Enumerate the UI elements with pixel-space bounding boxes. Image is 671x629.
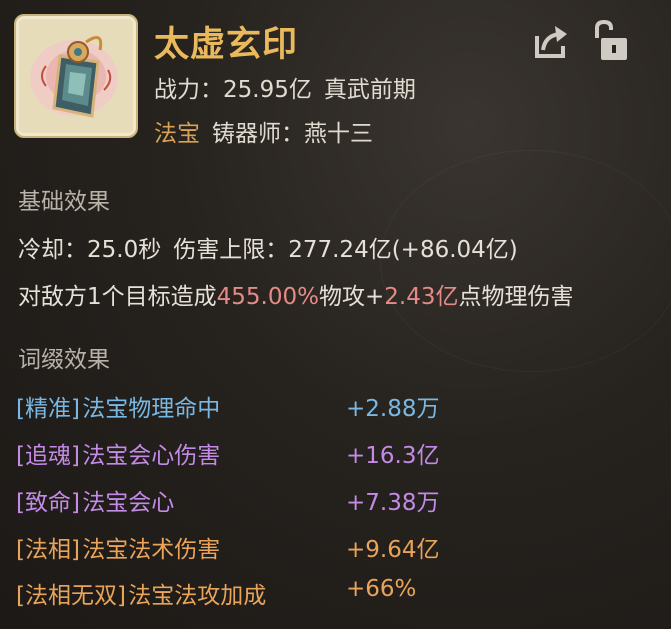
lock-button[interactable] xyxy=(591,19,631,62)
affix-name: 法宝法攻加成 xyxy=(128,583,267,609)
item-header: 太虚玄印 战力：25.95亿 真武前期 法宝 铸器师：燕十三 xyxy=(14,14,657,147)
cooldown-value: 25.0秒 xyxy=(87,237,162,263)
affix-value: +16.3亿 xyxy=(346,443,440,469)
power-label: 战力： xyxy=(154,77,223,103)
item-title: 太虚玄印 xyxy=(154,25,299,65)
affix-name: 法宝物理命中 xyxy=(82,396,221,422)
power-value: 25.95亿 xyxy=(223,77,312,103)
affix-tag: [法相无双] xyxy=(16,583,126,609)
seal-treasure-icon xyxy=(14,14,138,138)
base-effect-title: 基础效果 xyxy=(18,189,110,215)
desc-percent: 455.00% xyxy=(216,284,319,310)
affix-value: +66% xyxy=(346,576,417,602)
affix-effect-title: 词缀效果 xyxy=(18,347,110,373)
damage-cap-label: 伤害上限： xyxy=(173,237,289,263)
affix-tag: [致命] xyxy=(16,490,80,516)
affix-row: [致命] 法宝会心 +7.38万 xyxy=(16,483,439,517)
cooldown-label: 冷却： xyxy=(18,237,87,263)
affix-name: 法宝会心 xyxy=(82,490,175,516)
affix-tag: [精准] xyxy=(16,396,80,422)
damage-cap-value: 277.24亿(+86.04亿) xyxy=(288,237,518,263)
affix-row: [法相] 法宝法术伤害 +9.64亿 xyxy=(16,530,439,564)
affix-name: 法宝会心伤害 xyxy=(82,443,221,469)
cooldown-row: 冷却：25.0秒 伤害上限：277.24亿(+86.04亿) xyxy=(18,230,518,264)
affix-row: [追魂] 法宝会心伤害 +16.3亿 xyxy=(16,436,439,470)
desc-prefix: 对敌方1个目标造成 xyxy=(18,284,217,310)
skill-description: 对敌方1个目标造成455.00%物攻+2.43亿点物理伤害 xyxy=(18,277,573,311)
affix-tag: [追魂] xyxy=(16,443,80,469)
affix-row: [法相无双] 法宝法攻加成 +66% xyxy=(16,576,416,610)
category-line: 法宝 铸器师：燕十三 xyxy=(154,114,373,148)
desc-suffix: 点物理伤害 xyxy=(458,284,574,310)
affix-value: +2.88万 xyxy=(346,396,440,422)
affix-value: +7.38万 xyxy=(346,490,440,516)
share-icon xyxy=(535,26,567,58)
affix-value: +9.64亿 xyxy=(346,537,440,563)
realm-label: 真武前期 xyxy=(323,77,416,103)
desc-mid: 物攻+ xyxy=(318,284,385,310)
smith-name: 燕十三 xyxy=(304,121,373,147)
power-line: 战力：25.95亿 真武前期 xyxy=(154,70,416,104)
affix-tag: [法相] xyxy=(16,537,80,563)
category-label: 法宝 xyxy=(154,121,200,147)
share-button[interactable] xyxy=(531,22,571,62)
unlock-icon xyxy=(595,19,627,60)
desc-amount: 2.43亿 xyxy=(384,284,459,310)
affix-row: [精准] 法宝物理命中 +2.88万 xyxy=(16,389,439,423)
affix-name: 法宝法术伤害 xyxy=(82,537,221,563)
smith-label: 铸器师： xyxy=(212,121,304,147)
